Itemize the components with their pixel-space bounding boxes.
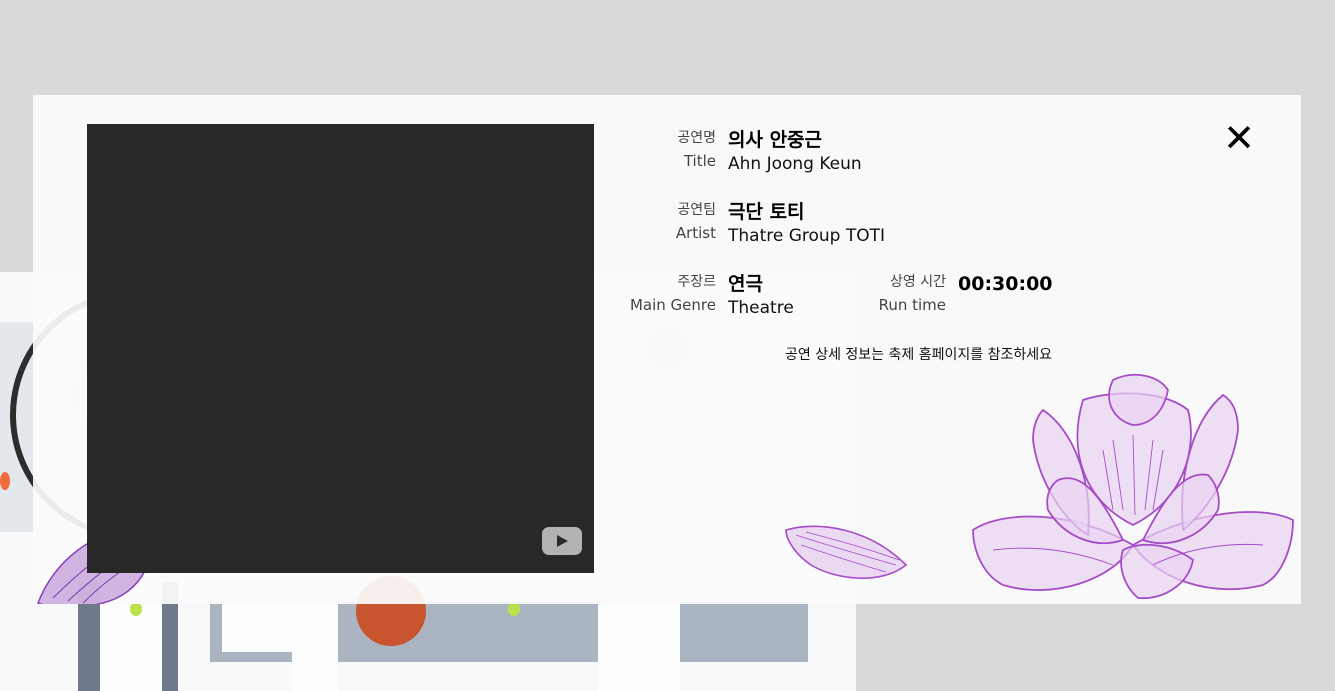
runtime-value-text: 00:30:00: [958, 273, 1053, 295]
map-block: [680, 602, 808, 662]
title-value: 의사 안중근 Ahn Joong Keun: [728, 128, 862, 176]
video-player[interactable]: [87, 124, 594, 573]
title-value-en: Ahn Joong Keun: [728, 154, 862, 174]
festival-homepage-note: 공연 상세 정보는 축제 홈페이지를 참조하세요: [785, 347, 1052, 363]
map-marker: [508, 602, 520, 616]
artist-value-ko: 극단 토티: [728, 201, 805, 223]
close-button[interactable]: ✕: [1222, 119, 1256, 157]
lotus-flower-decoration: [972, 373, 1294, 599]
map-path: [222, 602, 292, 652]
artist-value: 극단 토티 Thatre Group TOTI: [728, 200, 885, 248]
performance-detail-modal: ✕ 공연명 Title 의사 안중근 Ahn Joong Keun 공연팀 Ar…: [33, 95, 1301, 604]
genre-label-en: Main Genre: [629, 296, 716, 314]
title-value-ko: 의사 안중근: [728, 129, 823, 151]
map-marker: [0, 472, 10, 490]
map-marker: [130, 602, 142, 616]
genre-label-ko: 주장르: [677, 274, 716, 290]
runtime-label: 상영 시간 Run time: [856, 271, 946, 317]
youtube-play-icon[interactable]: [542, 527, 582, 555]
lotus-petal-decoration: [785, 525, 908, 579]
artist-label-en: Artist: [675, 224, 716, 242]
genre-value: 연극 Theatre: [728, 272, 794, 320]
genre-value-ko: 연극: [728, 273, 763, 295]
artist-label: 공연팀 Artist: [626, 199, 716, 245]
artist-value-en: Thatre Group TOTI: [728, 226, 886, 246]
title-label-ko: 공연명: [677, 130, 716, 146]
genre-label: 주장르 Main Genre: [626, 271, 716, 317]
runtime-label-en: Run time: [878, 296, 946, 314]
runtime-label-ko: 상영 시간: [890, 274, 946, 290]
genre-value-en: Theatre: [728, 298, 794, 318]
title-label: 공연명 Title: [626, 127, 716, 173]
runtime-value: 00:30:00: [958, 273, 1053, 295]
artist-label-ko: 공연팀: [677, 202, 716, 218]
title-label-en: Title: [683, 152, 716, 170]
